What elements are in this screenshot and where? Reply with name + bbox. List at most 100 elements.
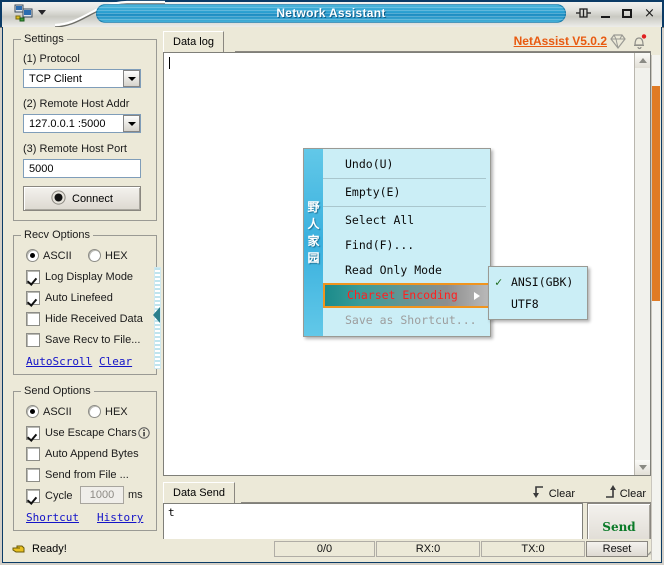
status-counter: 0/0 xyxy=(274,541,375,557)
auto-linefeed-label: Auto Linefeed xyxy=(45,292,113,304)
context-menu-watermark: 野人家园 xyxy=(304,199,323,267)
submenu-item-utf8-label: UTF8 xyxy=(511,297,539,311)
maximize-button[interactable] xyxy=(621,7,634,21)
reset-button[interactable]: Reset xyxy=(586,541,648,557)
recv-clear-link[interactable]: Clear xyxy=(99,355,132,368)
recv-hex-radio[interactable]: HEX xyxy=(88,249,128,262)
auto-linefeed-checkbox-box xyxy=(26,291,40,305)
cycle-unit-label: ms xyxy=(128,489,143,501)
window-scrollbar-thumb[interactable] xyxy=(652,86,660,301)
submenu-arrow-icon xyxy=(474,292,480,300)
use-escape-chars-info-icon[interactable] xyxy=(138,427,150,442)
minimize-button[interactable] xyxy=(599,7,612,21)
menu-item-charset-encoding-label: Charset Encoding xyxy=(347,288,458,302)
status-rx: RX:0 xyxy=(376,541,480,557)
send-from-file-label: Send from File ... xyxy=(45,469,129,481)
send-hex-label: HEX xyxy=(105,406,128,418)
cycle-label: Cycle xyxy=(45,490,73,502)
submenu-item-ansi-gbk-label: ANSI(GBK) xyxy=(511,275,573,289)
status-tx: TX:0 xyxy=(481,541,585,557)
history-link[interactable]: History xyxy=(97,511,143,524)
panel-splitter[interactable] xyxy=(153,267,163,369)
left-panel: Settings (1) Protocol TCP Client (2) Rem… xyxy=(13,33,155,529)
recv-hex-radio-dot xyxy=(88,249,101,262)
hide-received-data-checkbox-box xyxy=(26,312,40,326)
clear-recv-label: Clear xyxy=(549,488,575,500)
protocol-dropdown-icon[interactable] xyxy=(123,70,140,87)
send-hex-radio[interactable]: HEX xyxy=(88,405,128,418)
charset-encoding-submenu: ✓ ANSI(GBK) UTF8 xyxy=(488,266,588,320)
clear-send-arrow-icon xyxy=(603,485,617,502)
save-recv-to-file-checkbox-box xyxy=(26,333,40,347)
hand-pointer-icon xyxy=(11,542,26,556)
collapse-left-panel-icon[interactable] xyxy=(153,307,160,323)
log-display-mode-checkbox-box xyxy=(26,270,40,284)
menu-item-undo[interactable]: Undo(U) xyxy=(323,152,490,177)
send-options-group-title: Send Options xyxy=(21,385,94,397)
network-assistant-window: Network Assistant × Settings (1) Protoco… xyxy=(0,0,664,565)
title-bar: Network Assistant × xyxy=(0,0,664,28)
menu-separator-1 xyxy=(323,178,486,179)
gem-icon[interactable] xyxy=(610,34,626,49)
protocol-select[interactable]: TCP Client xyxy=(23,69,141,88)
auto-linefeed-checkbox[interactable]: Auto Linefeed xyxy=(26,291,113,305)
context-menu: 野人家园 Undo(U) Empty(E) Select All Find(F)… xyxy=(303,148,491,337)
hide-received-data-label: Hide Received Data xyxy=(45,313,143,325)
system-menu-dropdown-icon[interactable] xyxy=(38,10,46,15)
close-button[interactable]: × xyxy=(643,7,656,21)
menu-item-select-all[interactable]: Select All xyxy=(323,208,490,233)
auto-append-bytes-label: Auto Append Bytes xyxy=(45,448,139,460)
submenu-item-utf8[interactable]: UTF8 xyxy=(489,293,587,315)
pin-icon[interactable] xyxy=(576,6,591,20)
save-recv-to-file-checkbox[interactable]: Save Recv to File... xyxy=(26,333,140,347)
remote-host-addr-label: (2) Remote Host Addr xyxy=(23,98,129,110)
protocol-label: (1) Protocol xyxy=(23,53,80,65)
recv-ascii-radio[interactable]: ASCII xyxy=(26,249,72,262)
clear-send-label: Clear xyxy=(620,488,646,500)
tab-data-send[interactable]: Data Send xyxy=(163,482,235,503)
remote-host-addr-dropdown-icon[interactable] xyxy=(123,115,140,132)
window-controls: × xyxy=(599,5,656,22)
send-ascii-radio[interactable]: ASCII xyxy=(26,405,72,418)
system-menu-icon[interactable] xyxy=(14,4,33,22)
send-ascii-label: ASCII xyxy=(43,406,72,418)
menu-item-read-only-mode[interactable]: Read Only Mode xyxy=(323,258,490,283)
submenu-item-ansi-gbk[interactable]: ✓ ANSI(GBK) xyxy=(489,271,587,293)
remote-host-port-input[interactable]: 5000 xyxy=(23,159,141,178)
cycle-interval-input[interactable]: 1000 xyxy=(80,486,124,504)
menu-item-charset-encoding[interactable]: Charset Encoding xyxy=(323,283,490,308)
tab-data-log[interactable]: Data log xyxy=(163,31,224,52)
status-bar: Ready! 0/0 RX:0 TX:0 Reset xyxy=(6,539,660,559)
scroll-up-icon[interactable] xyxy=(635,53,650,68)
remote-host-addr-select[interactable]: 127.0.0.1 :5000 xyxy=(23,114,141,133)
scroll-down-icon[interactable] xyxy=(635,460,650,475)
window-scrollbar[interactable] xyxy=(651,55,660,560)
shortcut-link[interactable]: Shortcut xyxy=(26,511,79,524)
clear-recv-button[interactable]: Clear xyxy=(532,485,575,502)
remote-host-addr-value: 127.0.0.1 :5000 xyxy=(24,118,123,130)
connect-indicator-icon xyxy=(51,190,66,208)
protocol-value: TCP Client xyxy=(24,73,123,85)
settings-group-title: Settings xyxy=(21,33,67,45)
clear-recv-arrow-icon xyxy=(532,485,546,502)
netassist-brand-link[interactable]: NetAssist V5.0.2 xyxy=(514,34,607,48)
cycle-checkbox[interactable]: Cycle xyxy=(26,489,73,503)
settings-group: Settings (1) Protocol TCP Client (2) Rem… xyxy=(13,39,157,221)
bell-notification-icon[interactable] xyxy=(631,33,648,50)
auto-append-bytes-checkbox[interactable]: Auto Append Bytes xyxy=(26,447,139,461)
log-display-mode-checkbox[interactable]: Log Display Mode xyxy=(26,270,133,284)
clear-send-button[interactable]: Clear xyxy=(603,485,646,502)
recv-options-group: Recv Options ASCII HEX Log Display Mode … xyxy=(13,235,157,375)
menu-item-find[interactable]: Find(F)... xyxy=(323,233,490,258)
title-capsule: Network Assistant xyxy=(96,4,566,23)
recv-ascii-radio-dot xyxy=(26,249,39,262)
connect-button[interactable]: Connect xyxy=(23,186,141,211)
data-log-scrollbar[interactable] xyxy=(634,53,650,475)
hide-received-data-checkbox[interactable]: Hide Received Data xyxy=(26,312,143,326)
menu-item-save-as-shortcut: Save as Shortcut... xyxy=(323,308,490,333)
recv-hex-label: HEX xyxy=(105,250,128,262)
use-escape-chars-checkbox[interactable]: Use Escape Chars xyxy=(26,426,137,440)
autoscroll-link[interactable]: AutoScroll xyxy=(26,355,92,368)
send-from-file-checkbox[interactable]: Send from File ... xyxy=(26,468,129,482)
menu-item-empty[interactable]: Empty(E) xyxy=(323,180,490,205)
